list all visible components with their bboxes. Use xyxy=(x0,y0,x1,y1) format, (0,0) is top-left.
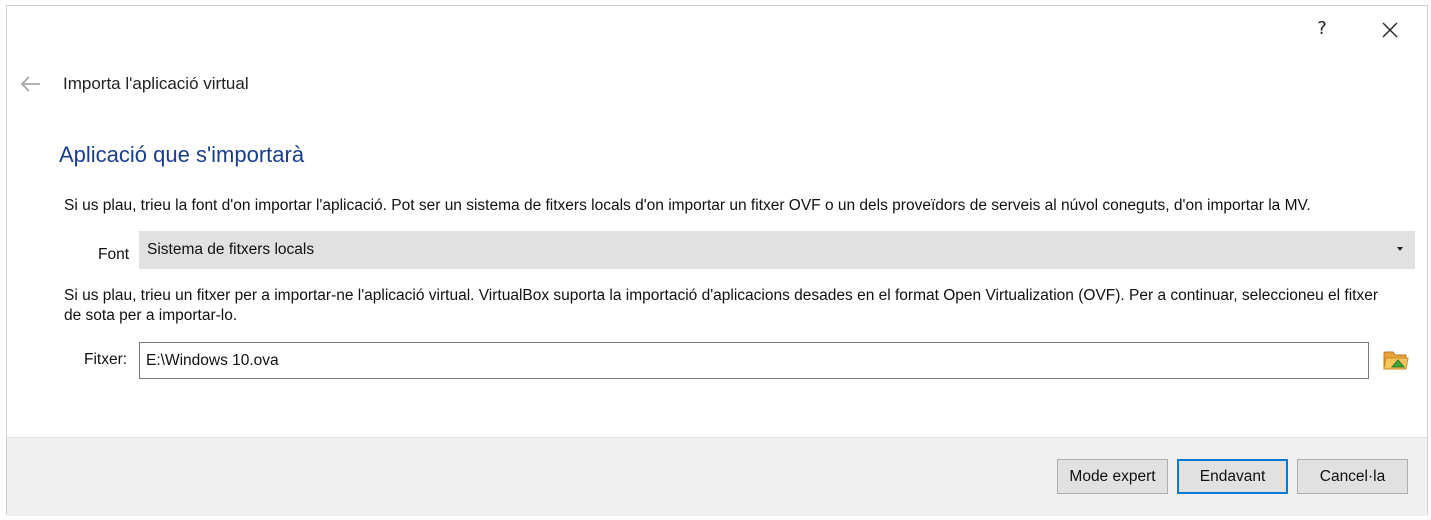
file-path-input[interactable] xyxy=(139,342,1369,379)
help-button[interactable]: ? xyxy=(1310,15,1334,43)
cancel-button[interactable]: Cancel·la xyxy=(1297,459,1408,494)
source-label: Font xyxy=(98,246,130,263)
source-combobox-value: Sistema de fitxers locals xyxy=(147,241,315,258)
expert-mode-button[interactable]: Mode expert xyxy=(1057,459,1168,494)
file-description: Si us plau, trieu un fitxer per a import… xyxy=(64,287,1379,324)
wizard-title: Importa l'aplicació virtual xyxy=(63,74,249,93)
arrow-left-icon xyxy=(20,76,40,92)
button-bar: Mode expert Endavant Cancel·la xyxy=(7,437,1427,516)
page-heading: Aplicació que s'importarà xyxy=(59,142,305,167)
import-appliance-dialog: ? Importa l'aplicació virtual Aplicació … xyxy=(6,5,1428,516)
folder-open-icon xyxy=(1383,351,1409,370)
close-icon xyxy=(1382,22,1398,38)
source-description: Si us plau, trieu la font d'on importar … xyxy=(64,197,1311,214)
browse-file-button[interactable] xyxy=(1382,346,1410,374)
file-label: Fitxer: xyxy=(84,351,128,368)
source-combobox[interactable]: Sistema de fitxers locals xyxy=(139,231,1415,269)
back-button[interactable] xyxy=(19,72,43,96)
chevron-down-icon xyxy=(1397,247,1403,251)
next-button[interactable]: Endavant xyxy=(1177,459,1288,494)
close-button[interactable] xyxy=(1375,16,1405,44)
